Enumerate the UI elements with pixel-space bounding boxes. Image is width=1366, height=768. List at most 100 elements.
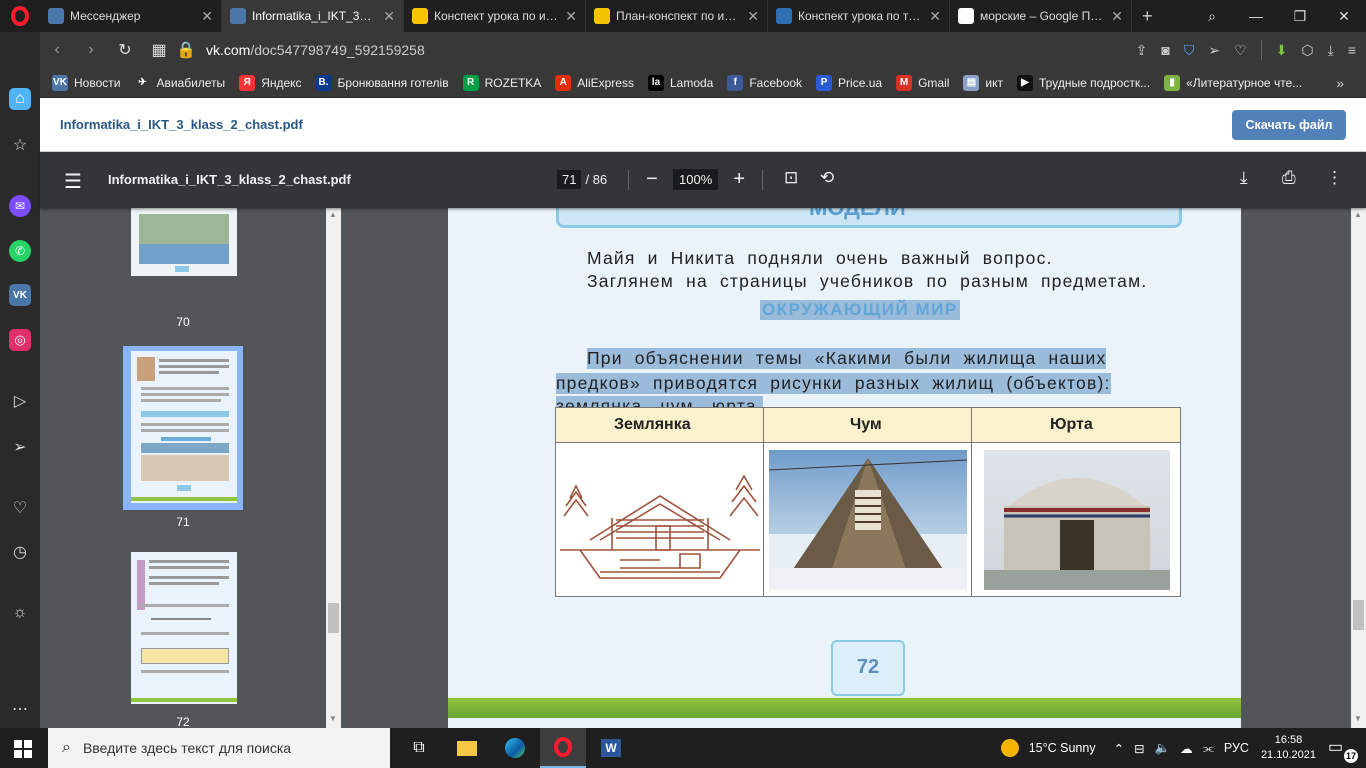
file-explorer-icon[interactable]	[444, 728, 490, 768]
bookmarks-more-icon[interactable]: »	[1336, 75, 1344, 91]
bookmark-item[interactable]: M Gmail	[896, 74, 949, 91]
google-icon	[958, 8, 974, 24]
menu-lines-icon[interactable]: ≡	[1348, 42, 1356, 58]
browser-tab[interactable]: План-конспект по инфо ✕	[586, 0, 768, 32]
close-tab-icon[interactable]: ✕	[383, 8, 395, 25]
task-view-icon[interactable]: ⧉	[396, 728, 442, 768]
more-icon[interactable]: ⋯	[9, 698, 31, 720]
download-file-button[interactable]: Скачать файл	[1232, 110, 1346, 140]
history-icon[interactable]: ◷	[9, 541, 31, 563]
forward-button[interactable]: ›	[74, 41, 108, 59]
whatsapp-icon[interactable]: ✆	[9, 240, 31, 262]
share-icon[interactable]: ⇪	[1136, 42, 1148, 59]
zoom-value[interactable]: 100%	[673, 169, 719, 190]
close-window-button[interactable]: ✕	[1322, 8, 1366, 25]
close-tab-icon[interactable]: ✕	[1111, 8, 1123, 25]
price-icon: P	[816, 74, 833, 91]
bookmark-item[interactable]: ▤ икт	[963, 74, 1003, 91]
cube-icon[interactable]: ⬡	[1301, 42, 1313, 59]
viewer-scrollbar[interactable]: ▲ ▼	[1351, 208, 1366, 728]
bookmark-item[interactable]: B. Бронювання готелів	[315, 74, 449, 91]
camera-icon[interactable]: ◙	[1161, 42, 1169, 58]
vpn-shield-icon[interactable]: ⛉	[1184, 42, 1195, 59]
reload-button[interactable]: ↻	[108, 40, 142, 60]
favorite-heart-icon[interactable]: ♡	[1234, 42, 1247, 59]
chum-photo	[768, 450, 968, 590]
bulb-icon[interactable]: ☼	[9, 602, 31, 624]
hamburger-menu-icon[interactable]: ☰	[64, 169, 82, 194]
bookmark-label: AliExpress	[577, 75, 634, 90]
star-icon[interactable]: ☆	[9, 134, 31, 156]
download-icon[interactable]: ⤓	[1240, 168, 1248, 188]
zoom-in-button[interactable]: +	[724, 168, 754, 191]
url-field[interactable]: vk.com/doc547798749_592159258	[206, 42, 425, 58]
clock[interactable]: 16:58 21.10.2021	[1261, 733, 1316, 763]
maximize-button[interactable]: ❐	[1278, 8, 1322, 25]
table-header: Юрта	[1050, 416, 1093, 433]
minimize-button[interactable]: —	[1234, 8, 1278, 24]
fit-page-icon[interactable]: ⊡	[784, 168, 798, 188]
opera-menu-icon[interactable]	[0, 0, 40, 32]
messenger-icon[interactable]: ✉	[9, 195, 31, 217]
bookmark-item[interactable]: ▶ Трудные подростк...	[1017, 74, 1150, 91]
downloads-icon[interactable]: ⤓	[1328, 42, 1334, 59]
vk-icon[interactable]: VK	[9, 284, 31, 306]
doc-icon: ▮	[1164, 74, 1181, 91]
opera-taskbar-icon[interactable]	[540, 728, 586, 768]
bookmark-item[interactable]: Я Яндекс	[239, 74, 302, 91]
back-button[interactable]: ‹	[40, 41, 74, 59]
close-tab-icon[interactable]: ✕	[747, 8, 759, 25]
cloud-icon[interactable]: ☁	[1180, 741, 1193, 756]
word-icon[interactable]: W	[588, 728, 634, 768]
taskbar-search[interactable]: ⌕ Введите здесь текст для поиска	[48, 728, 390, 768]
volume-icon[interactable]: 🔈	[1155, 741, 1171, 756]
network-icon[interactable]: ⊟	[1134, 741, 1144, 756]
bookmark-item[interactable]: ▮ «Литературное чте...	[1164, 74, 1302, 91]
bookmark-item[interactable]: P Price.ua	[816, 74, 883, 91]
page-number-badge: 72	[831, 640, 905, 696]
wifi-icon[interactable]: ⫘	[1203, 741, 1214, 756]
send-icon[interactable]: ➢	[9, 436, 31, 458]
bookmark-item[interactable]: f Facebook	[727, 74, 802, 91]
download-arrow-icon[interactable]: ⬇	[1276, 42, 1288, 59]
page-number-input[interactable]: 71	[557, 170, 582, 189]
browser-tab[interactable]: Мессенджер ✕	[40, 0, 222, 32]
print-icon[interactable]: ⎙	[1282, 168, 1296, 188]
browser-tab[interactable]: Informatika_i_IKT_3_klass ✕	[222, 0, 404, 32]
thumbnail-scrollbar[interactable]: ▲ ▼	[326, 208, 341, 728]
thumbnail-page-70[interactable]	[131, 208, 237, 276]
chevron-up-icon[interactable]: ⌃	[1114, 741, 1124, 756]
thumbnail-page-72[interactable]	[131, 552, 237, 704]
thumbnail-page-71[interactable]	[131, 351, 237, 503]
bookmark-item[interactable]: R ROZETKA	[462, 74, 541, 91]
browser-tab[interactable]: Конспект урока по теме ✕	[768, 0, 950, 32]
close-tab-icon[interactable]: ✕	[929, 8, 941, 25]
browser-tab[interactable]: Конспект урока по инфо ✕	[404, 0, 586, 32]
player-icon[interactable]: ▷	[9, 390, 31, 412]
home-icon[interactable]: ⌂	[9, 88, 31, 110]
browser-tab[interactable]: морские – Google Поиск ✕	[950, 0, 1132, 32]
more-options-icon[interactable]: ⋮	[1326, 168, 1343, 188]
close-tab-icon[interactable]: ✕	[565, 8, 577, 25]
edge-icon[interactable]	[492, 728, 538, 768]
page-bottom-strip	[448, 698, 1241, 718]
bookmark-item[interactable]: ✈ Авиабилеты	[134, 74, 225, 91]
new-tab-button[interactable]: +	[1132, 6, 1163, 27]
tabs-grid-icon[interactable]: ▦	[142, 40, 176, 60]
bookmark-item[interactable]: la Lamoda	[647, 74, 713, 91]
heart-icon[interactable]: ♡	[9, 497, 31, 519]
rotate-icon[interactable]: ⟲	[820, 168, 834, 188]
language-indicator[interactable]: РУС	[1224, 741, 1249, 755]
notifications-icon[interactable]: ▭ 17	[1328, 737, 1358, 763]
windows-start-icon[interactable]	[14, 740, 32, 758]
instagram-icon[interactable]: ◎	[9, 329, 31, 351]
bookmark-item[interactable]: VK Новости	[52, 74, 120, 91]
search-tabs-icon[interactable]: ⌕	[1190, 8, 1234, 25]
close-tab-icon[interactable]: ✕	[201, 8, 213, 25]
weather-widget[interactable]: 15°C Sunny	[1000, 739, 1096, 757]
bookmark-label: Price.ua	[838, 75, 883, 90]
facebook-icon: f	[727, 74, 744, 91]
bookmark-item[interactable]: A AliExpress	[555, 74, 634, 91]
zoom-out-button[interactable]: −	[637, 168, 667, 191]
send-page-icon[interactable]: ➢	[1208, 42, 1220, 59]
